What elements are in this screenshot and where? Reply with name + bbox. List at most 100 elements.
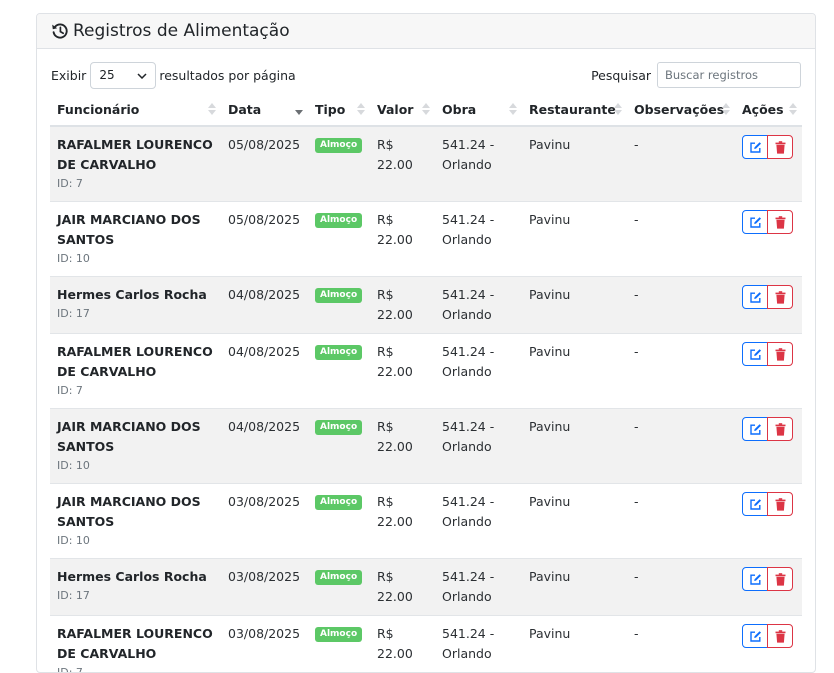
delete-button[interactable] [767,417,793,441]
edit-button[interactable] [742,567,768,591]
delete-button[interactable] [767,624,793,648]
type-badge: Almoço [315,570,362,585]
page-length-value: 25 [99,68,114,82]
edit-button[interactable] [742,210,768,234]
employee-id: ID: 10 [57,457,215,475]
trash-icon [775,141,786,154]
type-badge: Almoço [315,213,362,228]
trash-icon [775,573,786,586]
table-row: Hermes Carlos RochaID: 1704/08/2025 Almoç… [50,277,802,334]
edit-button[interactable] [742,135,768,159]
trash-icon [775,423,786,436]
type-cell: Almoço [308,277,370,334]
column-header[interactable]: Valor [370,93,435,126]
employee-id: ID: 7 [57,175,215,193]
column-header-label: Tipo [315,102,345,117]
employee-name: Hermes Carlos Rocha [57,567,215,587]
date-cell: 04/08/2025 [221,277,308,334]
column-header[interactable]: Data [221,93,308,126]
employee-cell: RAFALMER LOURENCO DE CARVALHOID: 7 [50,616,221,673]
edit-button[interactable] [742,624,768,648]
edit-icon [749,630,762,643]
trash-icon [775,348,786,361]
edit-button[interactable] [742,285,768,309]
page-length-select[interactable]: 25 [90,62,156,89]
page-length-control: Exibir 25 resultados por página [51,62,296,89]
sort-icon [422,103,430,115]
type-cell: Almoço [308,484,370,559]
date-cell: 04/08/2025 [221,334,308,409]
edit-icon [749,291,762,304]
table-row: RAFALMER LOURENCO DE CARVALHOID: 703/08/… [50,616,802,673]
table-row: RAFALMER LOURENCO DE CARVALHOID: 704/08/… [50,334,802,409]
search-input[interactable] [657,62,801,88]
records-table: Funcionário Data Tipo ValorObra Restaurante O… [50,93,802,673]
table-row: JAIR MARCIANO DOS SANTOSID: 1003/08/2025… [50,484,802,559]
table-row: RAFALMER LOURENCO DE CARVALHOID: 705/08/… [50,126,802,202]
delete-button[interactable] [767,342,793,366]
column-header-label: Restaurante [529,102,616,117]
column-header-label: Observações [634,102,724,117]
column-header[interactable]: Funcionário [50,93,221,126]
delete-button[interactable] [767,492,793,516]
column-header-label: Ações [742,102,784,117]
employee-cell: Hermes Carlos RochaID: 17 [50,559,221,616]
delete-button[interactable] [767,210,793,234]
sort-icon [509,103,517,115]
obra-cell: 541.24 - Orlando [435,559,522,616]
sort-icon [208,103,216,115]
edit-icon [749,216,762,229]
restaurant-cell: Pavinu [522,202,627,277]
type-badge: Almoço [315,345,362,360]
type-badge: Almoço [315,420,362,435]
alimentacao-card: Registros de Alimentação Exibir 25 resul… [36,13,816,673]
employee-cell: JAIR MARCIANO DOS SANTOSID: 10 [50,484,221,559]
trash-icon [775,216,786,229]
date-cell: 05/08/2025 [221,202,308,277]
value-cell: R$ 22.00 [370,126,435,202]
observations-cell: - [627,559,735,616]
employee-id: ID: 7 [57,382,215,400]
obra-cell: 541.24 - Orlando [435,409,522,484]
actions-cell [735,126,802,202]
type-cell: Almoço [308,559,370,616]
column-header[interactable]: Ações [735,93,802,126]
employee-name: JAIR MARCIANO DOS SANTOS [57,417,215,457]
search-control: Pesquisar [591,62,801,88]
observations-cell: - [627,202,735,277]
restaurant-cell: Pavinu [522,484,627,559]
column-header-label: Data [228,102,261,117]
delete-button[interactable] [767,285,793,309]
value-cell: R$ 22.00 [370,559,435,616]
restaurant-cell: Pavinu [522,559,627,616]
sort-icon [614,103,622,115]
obra-cell: 541.24 - Orlando [435,126,522,202]
edit-button[interactable] [742,342,768,366]
table-row: Hermes Carlos RochaID: 1703/08/2025Almoç… [50,559,802,616]
employee-name: JAIR MARCIANO DOS SANTOS [57,210,215,250]
search-label: Pesquisar [591,68,651,83]
column-header[interactable]: Tipo [308,93,370,126]
column-header[interactable]: Restaurante [522,93,627,126]
employee-cell: RAFALMER LOURENCO DE CARVALHOID: 7 [50,126,221,202]
edit-icon [749,348,762,361]
actions-cell [735,616,802,673]
type-cell: Almoço [308,334,370,409]
delete-button[interactable] [767,567,793,591]
column-header[interactable]: Observações [627,93,735,126]
obra-cell: 541.24 - Orlando [435,202,522,277]
column-header[interactable]: Obra [435,93,522,126]
delete-button[interactable] [767,135,793,159]
employee-cell: Hermes Carlos RochaID: 17 [50,277,221,334]
employee-id: ID: 10 [57,250,215,268]
obra-cell: 541.24 - Orlando [435,616,522,673]
sort-icon [295,103,303,115]
observations-cell: - [627,334,735,409]
employee-name: Hermes Carlos Rocha [57,285,215,305]
type-badge: Almoço [315,288,362,303]
edit-button[interactable] [742,492,768,516]
history-icon [51,22,69,40]
edit-button[interactable] [742,417,768,441]
card-header: Registros de Alimentação [37,14,815,49]
obra-cell: 541.24 - Orlando [435,484,522,559]
